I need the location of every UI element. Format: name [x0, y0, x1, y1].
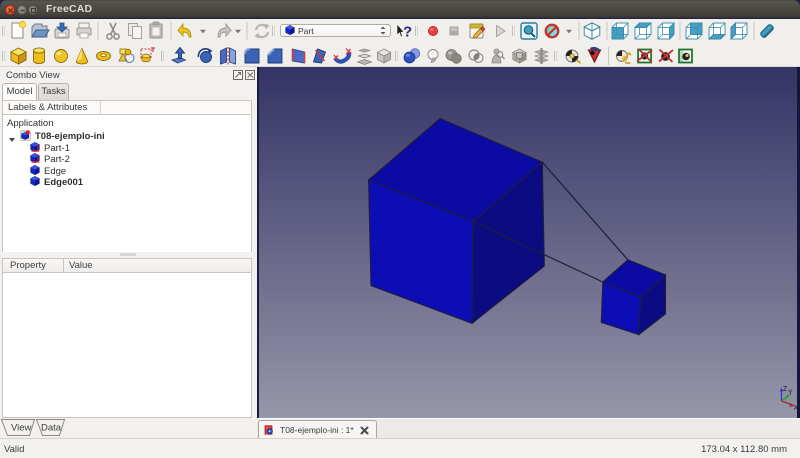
- svg-text:Data: Data: [41, 423, 62, 434]
- svg-text:View: View: [11, 423, 32, 434]
- svg-text:Y: Y: [788, 390, 793, 397]
